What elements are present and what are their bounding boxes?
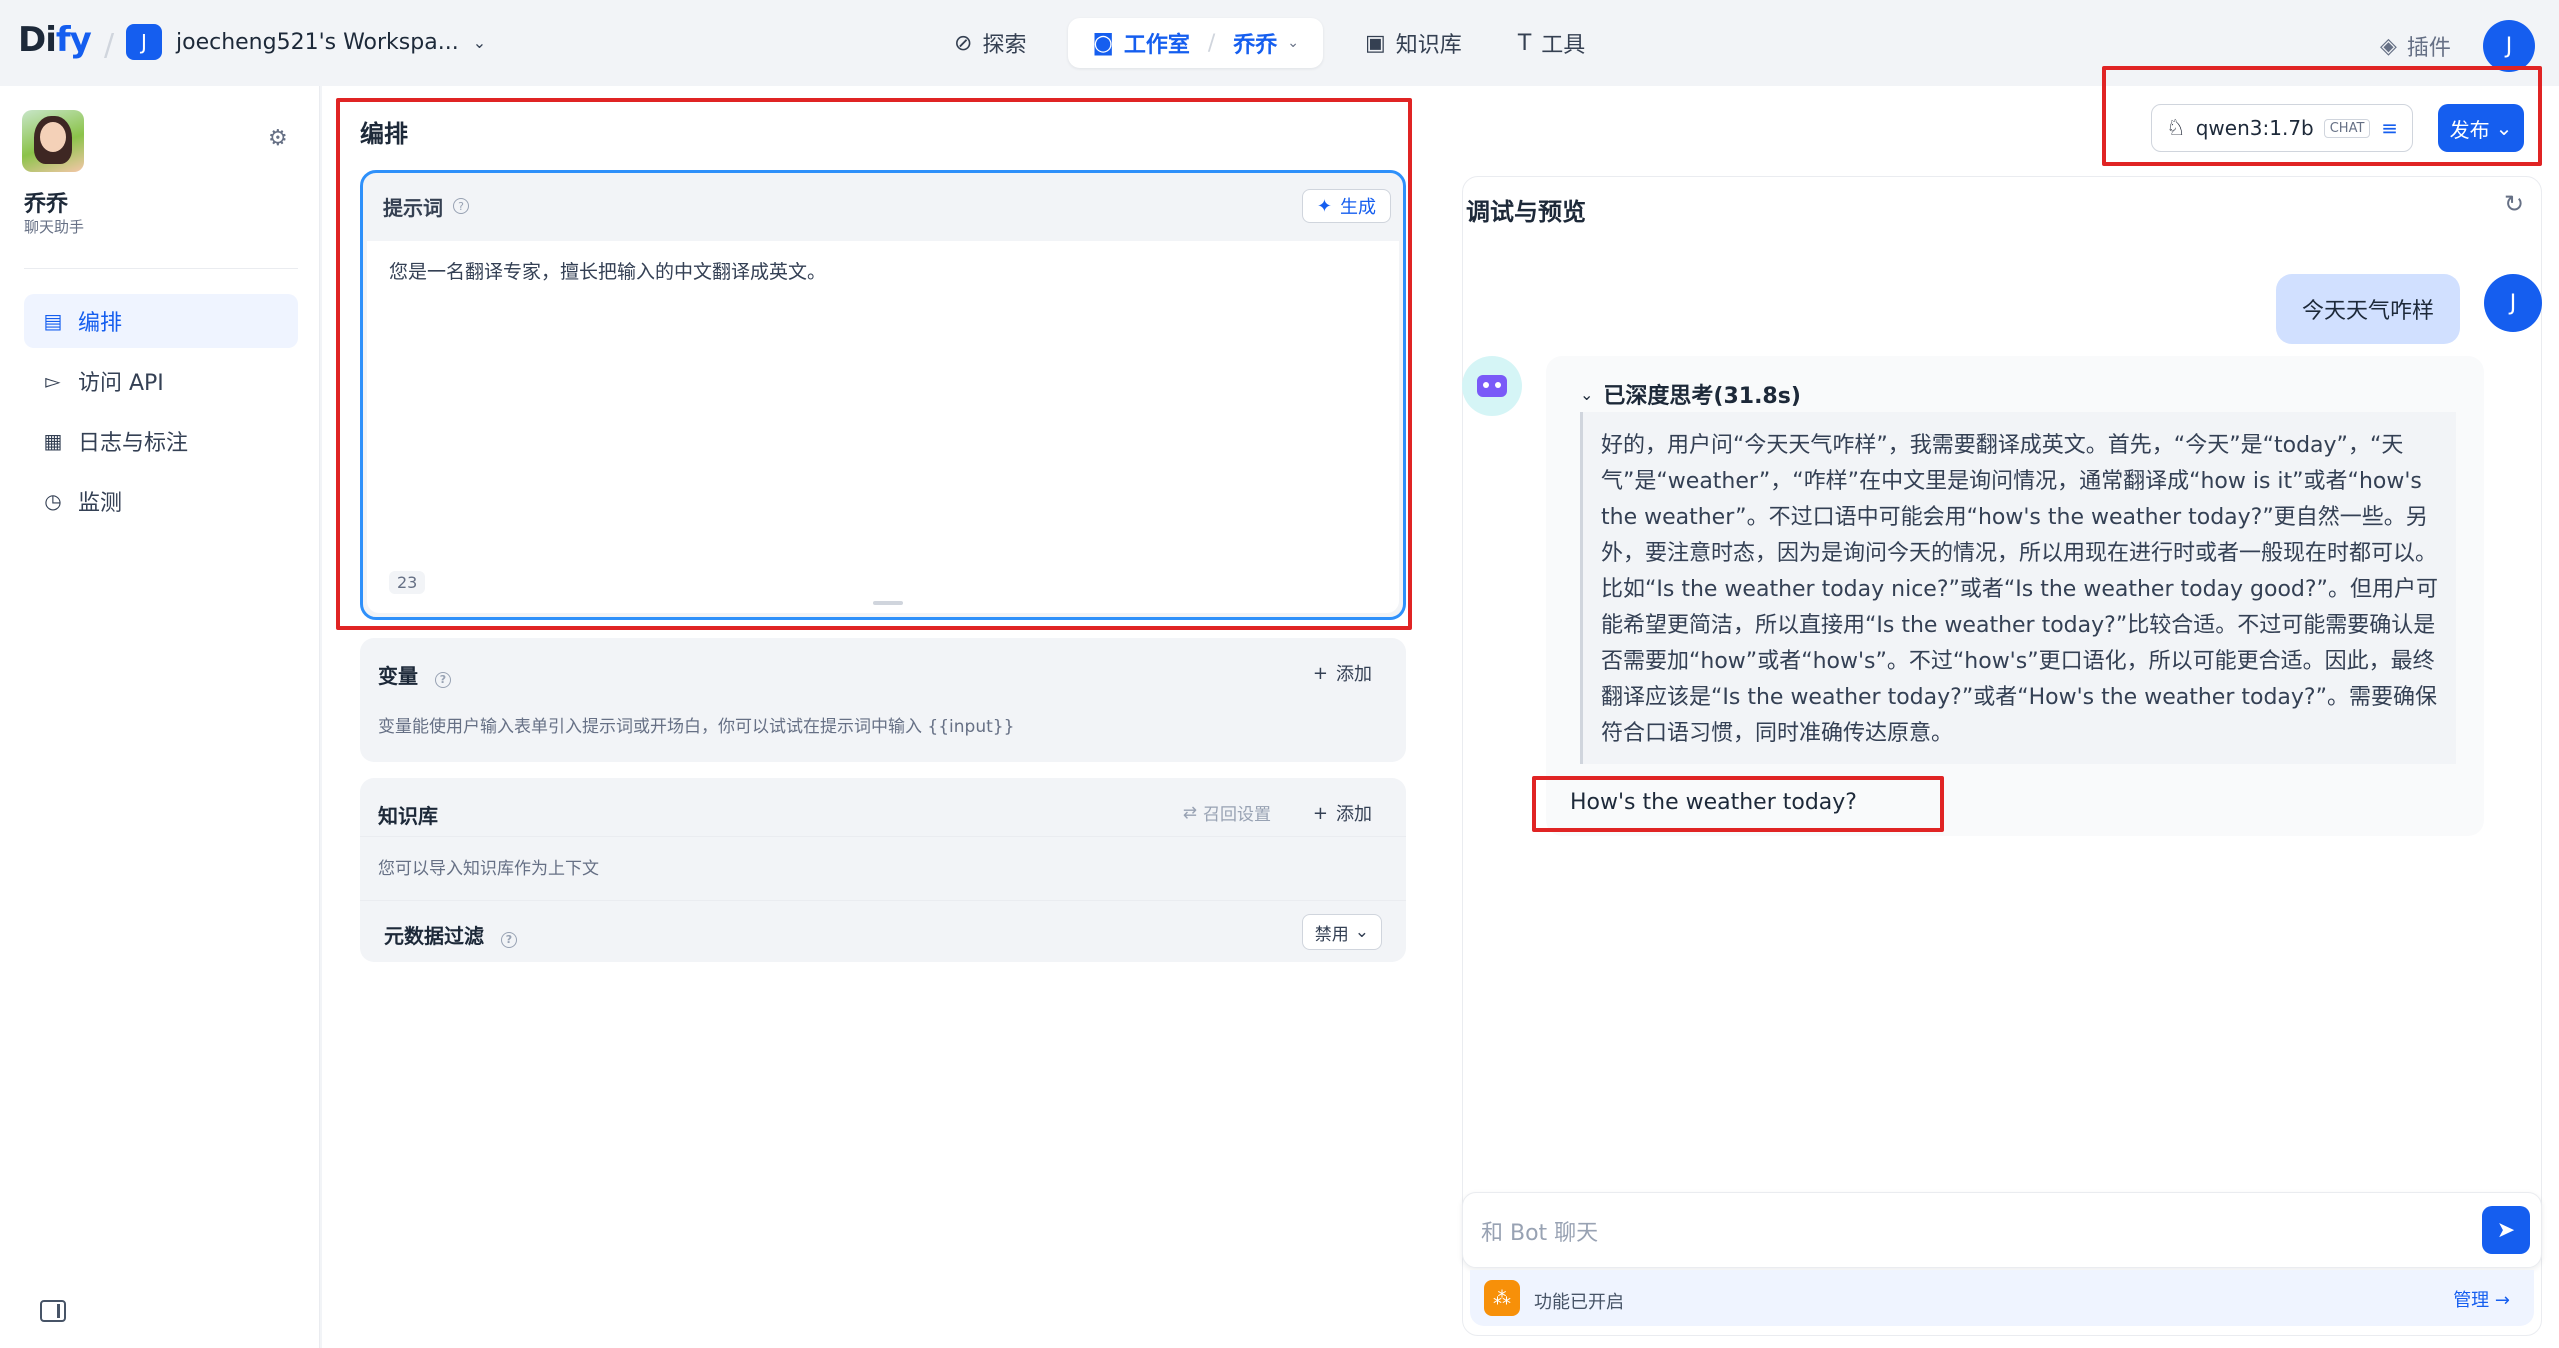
metadata-filter-title: 元数据过滤 bbox=[384, 924, 484, 948]
feature-icon: ⁂ bbox=[1484, 1280, 1520, 1316]
model-mode-tag: CHAT bbox=[2323, 118, 2371, 138]
manage-link[interactable]: 管理 → bbox=[2453, 1286, 2510, 1312]
chevron-down-icon: ⌄ bbox=[472, 32, 487, 52]
app-avatar bbox=[22, 110, 84, 172]
knowledge-description: 您可以导入知识库作为上下文 bbox=[378, 859, 599, 879]
resize-handle[interactable] bbox=[873, 601, 903, 605]
layout-icon: ▤ bbox=[43, 309, 63, 333]
prompt-label: 提示词 bbox=[383, 195, 443, 220]
sparkle-icon: ✦ bbox=[1316, 195, 1332, 217]
divider: / bbox=[1207, 30, 1216, 56]
nav-explore[interactable]: ⊘ 探索 bbox=[940, 18, 1040, 68]
user-avatar: J bbox=[2484, 274, 2542, 332]
sidebar-item-api[interactable]: ▻ 访问 API bbox=[24, 354, 298, 408]
divider bbox=[24, 268, 298, 269]
robot-icon: ◙ bbox=[1092, 30, 1114, 56]
top-right-actions: ◈ 插件 J bbox=[2380, 20, 2535, 72]
file-text-icon: ▦ bbox=[43, 429, 63, 453]
book-icon: ▣ bbox=[1365, 30, 1386, 56]
nav-knowledge[interactable]: ▣ 知识库 bbox=[1351, 18, 1476, 68]
refresh-icon[interactable]: ↻ bbox=[2504, 190, 2524, 218]
add-variable-button[interactable]: + 添加 bbox=[1313, 660, 1372, 686]
prompt-textarea[interactable]: 您是一名翻译专家，擅长把输入的中文翻译成英文。 23 bbox=[367, 241, 1399, 613]
cube-icon: ◈ bbox=[2380, 33, 2397, 59]
help-icon[interactable]: ? bbox=[453, 198, 469, 214]
sliders-icon[interactable]: ⚙ bbox=[268, 126, 288, 151]
feature-bar: ⁂ 功能已开启 管理 → bbox=[1470, 1270, 2534, 1326]
add-knowledge-button[interactable]: + 添加 bbox=[1313, 800, 1372, 826]
sidebar-item-monitor[interactable]: ◷ 监测 bbox=[24, 474, 298, 528]
workspace-badge: J bbox=[126, 24, 162, 60]
knowledge-card: 知识库 ⇄ 召回设置 + 添加 您可以导入知识库作为上下文 元数据过滤 ? 禁用… bbox=[360, 778, 1406, 962]
app-sidebar: ⚙ 乔乔 聊天助手 ▤ 编排 ▻ 访问 API ▦ 日志与标注 ◷ 监测 bbox=[0, 86, 320, 1348]
feature-label: 功能已开启 bbox=[1534, 1292, 1624, 1313]
top-bar: Dify / J joecheng521's Workspa... ⌄ ⊘ 探索… bbox=[0, 0, 2559, 86]
hammer-icon: T bbox=[1517, 30, 1532, 56]
thinking-content: 好的，用户问“今天天气咋样”，我需要翻译成英文。首先，“今天”是“today”，… bbox=[1580, 412, 2456, 764]
chevron-down-icon: ⌄ bbox=[2495, 116, 2513, 140]
debug-title: 调试与预览 bbox=[1466, 198, 1586, 226]
workspace-switcher[interactable]: J joecheng521's Workspa... ⌄ bbox=[126, 24, 486, 60]
nav-tools[interactable]: T 工具 bbox=[1504, 18, 1599, 68]
thinking-text: 好的，用户问“今天天气咋样”，我需要翻译成英文。首先，“今天”是“today”，… bbox=[1601, 433, 2438, 746]
gauge-icon: ◷ bbox=[44, 489, 62, 513]
divider: / bbox=[104, 28, 115, 63]
nav-app-name[interactable]: 乔乔 bbox=[1233, 27, 1277, 59]
user-avatar[interactable]: J bbox=[2482, 20, 2535, 72]
sliders-icon[interactable]: ≡ bbox=[2381, 116, 2398, 140]
sidebar-collapse-icon[interactable] bbox=[40, 1300, 66, 1322]
metadata-filter-select[interactable]: 禁用 ⌄ bbox=[1301, 914, 1382, 950]
variables-title: 变量 bbox=[378, 664, 418, 688]
recall-settings-button[interactable]: ⇄ 召回设置 bbox=[1182, 800, 1271, 826]
help-icon[interactable]: ? bbox=[434, 671, 451, 688]
workspace-name: joecheng521's Workspa... bbox=[176, 29, 459, 55]
sidebar-item-logs[interactable]: ▦ 日志与标注 bbox=[24, 414, 298, 468]
help-icon[interactable]: ? bbox=[500, 931, 517, 948]
prompt-text[interactable]: 您是一名翻译专家，擅长把输入的中文翻译成英文。 bbox=[389, 257, 826, 284]
chevron-down-icon[interactable]: ⌄ bbox=[1287, 35, 1299, 51]
app-name: 乔乔 bbox=[24, 192, 69, 217]
divider bbox=[360, 900, 1406, 901]
dify-logo[interactable]: Dify bbox=[18, 20, 92, 60]
page-title: 编排 bbox=[360, 120, 408, 148]
chevron-down-icon: ⌄ bbox=[1354, 922, 1369, 942]
plus-icon: + bbox=[1312, 802, 1328, 824]
divider bbox=[360, 836, 1406, 837]
plus-icon: + bbox=[1312, 662, 1328, 684]
generate-button[interactable]: ✦ 生成 bbox=[1301, 189, 1391, 223]
chat-input-placeholder: 和 Bot 聊天 bbox=[1481, 1221, 1599, 1246]
send-button[interactable]: ➤ bbox=[2482, 1206, 2530, 1254]
sidebar-menu: ▤ 编排 ▻ 访问 API ▦ 日志与标注 ◷ 监测 bbox=[24, 294, 298, 534]
variables-card: 变量 ? + 添加 变量能使用户输入表单引入提示词或开场白，你可以试试在提示词中… bbox=[360, 638, 1406, 762]
chevron-down-icon: ⌄ bbox=[1580, 384, 1594, 404]
model-selector[interactable]: ♘ qwen3:1.7b CHAT ≡ bbox=[2151, 104, 2413, 152]
settings-icon: ⇄ bbox=[1182, 802, 1197, 823]
bot-avatar bbox=[1462, 356, 1522, 416]
compass-icon: ⊘ bbox=[954, 30, 973, 56]
user-message: 今天天气咋样 bbox=[2276, 274, 2460, 344]
char-count: 23 bbox=[389, 571, 426, 594]
chat-input[interactable]: 和 Bot 聊天 bbox=[1462, 1192, 2542, 1268]
thinking-toggle[interactable]: ⌄ 已深度思考(31.8s) bbox=[1580, 378, 1801, 410]
plugins-button[interactable]: ◈ 插件 bbox=[2380, 30, 2451, 62]
prompt-card: 提示词 ? ✦ 生成 您是一名翻译专家，擅长把输入的中文翻译成英文。 23 bbox=[360, 170, 1406, 620]
sidebar-item-orchestrate[interactable]: ▤ 编排 bbox=[24, 294, 298, 348]
variables-description: 变量能使用户输入表单引入提示词或开场白，你可以试试在提示词中输入 {{input… bbox=[378, 717, 1015, 737]
nav-studio[interactable]: ◙ 工作室 / 乔乔 ⌄ bbox=[1068, 18, 1323, 68]
llama-icon: ♘ bbox=[2166, 115, 2186, 141]
knowledge-title: 知识库 bbox=[378, 804, 438, 828]
main-nav: ⊘ 探索 ◙ 工作室 / 乔乔 ⌄ ▣ 知识库 T 工具 bbox=[940, 18, 1599, 68]
model-name: qwen3:1.7b bbox=[2195, 116, 2314, 140]
app-type: 聊天助手 bbox=[24, 218, 85, 236]
publish-button[interactable]: 发布 ⌄ bbox=[2438, 104, 2524, 152]
answer-text: How's the weather today? bbox=[1570, 790, 1857, 815]
terminal-icon: ▻ bbox=[45, 369, 61, 393]
